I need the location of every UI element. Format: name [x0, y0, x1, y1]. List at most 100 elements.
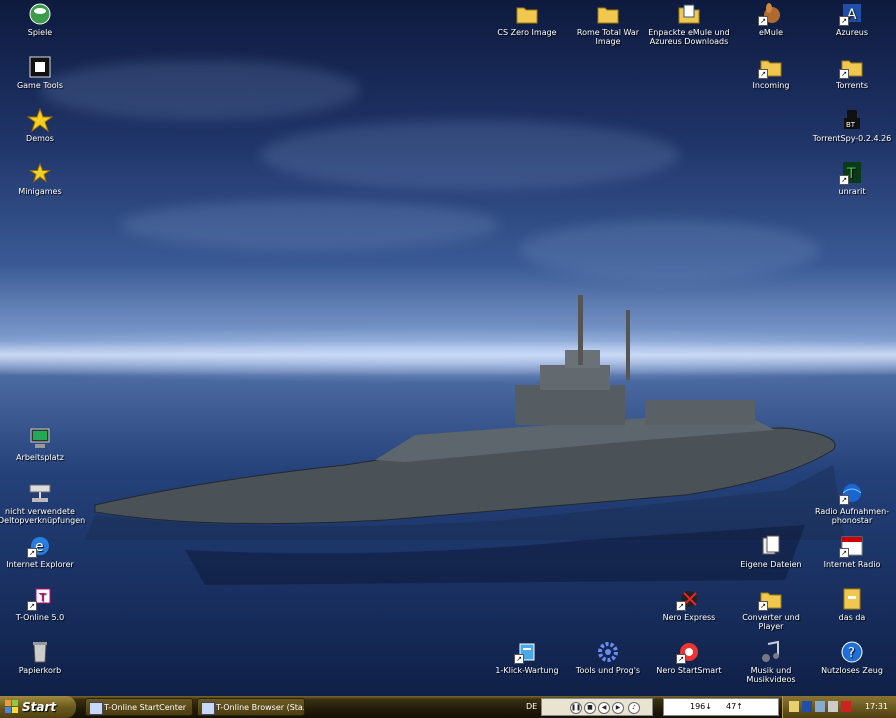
- taskbar-button-browser[interactable]: T-Online Browser (Sta...: [197, 698, 305, 716]
- tray-arrow-icon[interactable]: [789, 701, 799, 712]
- desktop-icon-internet-radio[interactable]: ↗ Internet Radio: [810, 534, 894, 569]
- desktop-icon-label: das da: [838, 613, 866, 622]
- desktop-icon-label: Internet Radio: [823, 560, 881, 569]
- game-tools-icon: [27, 55, 53, 79]
- desktop-icon-label: Tools und Prog's: [575, 666, 641, 675]
- svg-text:T: T: [38, 591, 46, 604]
- desktop-icon-eigene-dateien[interactable]: Eigene Dateien: [729, 534, 813, 569]
- previous-icon[interactable]: ◀: [598, 702, 610, 714]
- taskbar-button-startcenter[interactable]: T-Online StartCenter: [85, 698, 193, 716]
- desktop-icon-musik[interactable]: Musik und Musikvideos: [729, 640, 813, 684]
- folder-icon: [514, 2, 540, 26]
- desktop-icon-demos[interactable]: Demos: [0, 108, 82, 143]
- music-icon: [758, 640, 784, 664]
- task-label: T-Online Browser (Sta...: [216, 703, 305, 712]
- network-icon: [27, 481, 53, 505]
- next-icon[interactable]: ▶: [612, 702, 624, 714]
- download-rate: 196↓: [690, 702, 712, 711]
- desktop-icon-downloads[interactable]: Enpackte eMule und Azureus Downloads: [647, 2, 731, 46]
- pause-icon[interactable]: ❚❚: [570, 702, 582, 714]
- desktop-icon-unused-shortcuts[interactable]: nicht verwendete Deltopverknüpfungen: [0, 481, 86, 525]
- folder-files-icon: [676, 2, 702, 26]
- desktop-icon-label: Demos: [26, 134, 54, 143]
- globe-icon: ↗: [839, 481, 865, 505]
- documents-icon: [758, 534, 784, 558]
- network-tray-icon[interactable]: [815, 701, 825, 712]
- svg-text:?: ?: [848, 646, 855, 661]
- desktop-icon-torrents[interactable]: ↗ Torrents: [810, 55, 894, 90]
- antivirus-tray-icon[interactable]: [841, 701, 851, 712]
- stop-icon[interactable]: ■: [584, 702, 596, 714]
- network-meter: 196↓ 47↑: [663, 698, 779, 716]
- desktop-icon-emule[interactable]: ↗ eMule: [729, 2, 813, 37]
- svg-text:BT: BT: [846, 121, 856, 129]
- torrentspy-icon: BT: [839, 108, 865, 132]
- start-button[interactable]: Start: [0, 696, 76, 718]
- desktop-icon-incoming[interactable]: ↗ Incoming: [729, 55, 813, 90]
- desktop-icon-label: 1-Klick-Wartung: [495, 666, 559, 675]
- desktop-icon-label: eMule: [758, 28, 784, 37]
- gear-icon: [595, 640, 621, 664]
- desktop-icon-label: Nero Express: [662, 613, 716, 622]
- star-icon: [27, 161, 53, 185]
- desktop-icon-label: Enpackte eMule und Azureus Downloads: [648, 28, 730, 46]
- desktop-icon-label: Game Tools: [16, 81, 64, 90]
- desktop-icon-torrentspy[interactable]: BT TorrentSpy-0.2.4.26: [810, 108, 894, 143]
- desktop-icon-1-klick-wartung[interactable]: ↗ 1-Klick-Wartung: [485, 640, 569, 675]
- upload-rate: 47↑: [726, 702, 743, 711]
- desktop-icon-label: Nutzloses Zeug: [821, 666, 883, 675]
- nero-express-icon: ↗: [676, 587, 702, 611]
- tonline-icon: T ↗: [27, 587, 53, 611]
- azureus-icon: A ↗: [839, 2, 865, 26]
- desktop-icon-label: Rome Total War Image: [576, 28, 640, 46]
- desktop-icon-cs-zero-image[interactable]: CS Zero Image: [485, 2, 569, 37]
- desktop-icon-label: Arbeitsplatz: [16, 453, 64, 462]
- desktop-icon-azureus[interactable]: A ↗ Azureus: [810, 2, 894, 37]
- desktop-icon-converter[interactable]: ↗ Converter und Player: [729, 587, 813, 631]
- window-icon: [89, 702, 103, 715]
- window-icon: [201, 702, 215, 715]
- task-label: T-Online StartCenter: [104, 703, 187, 712]
- desktop-icon-label: CS Zero Image: [497, 28, 557, 37]
- desktop-icon-tools-progs[interactable]: Tools und Prog's: [566, 640, 650, 675]
- system-tray: 17:31: [782, 696, 896, 718]
- desktop-icon-label: Converter und Player: [742, 613, 800, 631]
- desktop-icon-nutzloses-zeug[interactable]: ? Nutzloses Zeug: [810, 640, 894, 675]
- maintenance-icon: ↗: [514, 640, 540, 664]
- desktop-icon-game-tools[interactable]: Game Tools: [0, 55, 82, 90]
- radio-icon: ↗: [839, 534, 865, 558]
- desktop-icon-das-da[interactable]: das da: [810, 587, 894, 622]
- windows-flag-icon: [5, 700, 18, 713]
- folder-icon: ↗: [758, 55, 784, 79]
- desktop-icon-spiele[interactable]: Spiele: [0, 2, 82, 37]
- desktop-icon-unrarit[interactable]: T ↗ unrarit: [810, 161, 894, 196]
- help-icon: ?: [839, 640, 865, 664]
- desktop-icon-radio-aufnahmen[interactable]: ↗ Radio Aufnahmen-phonostar: [810, 481, 894, 525]
- desktop-icon-rome-total-war[interactable]: Rome Total War Image: [566, 2, 650, 46]
- volume-tray-icon[interactable]: [828, 701, 838, 712]
- desktop-icon-label: TorrentSpy-0.2.4.26: [812, 134, 892, 143]
- language-indicator[interactable]: DE: [526, 696, 537, 718]
- desktop-icon-nero-startsmart[interactable]: ↗ Nero StartSmart: [647, 640, 731, 675]
- start-label: Start: [22, 700, 57, 714]
- azureus-tray-icon[interactable]: [802, 701, 812, 712]
- desktop-icon-label: Nero StartSmart: [656, 666, 722, 675]
- desktop-icon-label: Papierkorb: [18, 666, 62, 675]
- desktop-icon-label: Internet Explorer: [6, 560, 74, 569]
- folder-icon: ↗: [839, 55, 865, 79]
- desktop-icon-label: Eigene Dateien: [740, 560, 802, 569]
- volume-icon[interactable]: ♪: [628, 702, 640, 714]
- desktop-icon-minigames[interactable]: Minigames: [0, 161, 82, 196]
- recycle-bin-icon: [27, 640, 53, 664]
- ie-icon: e ↗: [27, 534, 53, 558]
- desktop-icon-label: nicht verwendete Deltopverknüpfungen: [0, 507, 86, 525]
- clock[interactable]: 17:31: [865, 696, 888, 718]
- desktop-icon-internet-explorer[interactable]: e ↗ Internet Explorer: [0, 534, 82, 569]
- computer-icon: [27, 427, 53, 451]
- media-player-toolbar: ❚❚ ■ ◀ ▶ ♪: [541, 698, 653, 716]
- desktop-icon-arbeitsplatz[interactable]: Arbeitsplatz: [0, 427, 82, 462]
- desktop-icon-t-online[interactable]: T ↗ T-Online 5.0: [0, 587, 82, 622]
- desktop-icon-papierkorb[interactable]: Papierkorb: [0, 640, 82, 675]
- desktop-icon-label: T-Online 5.0: [15, 613, 65, 622]
- desktop-icon-nero-express[interactable]: ↗ Nero Express: [647, 587, 731, 622]
